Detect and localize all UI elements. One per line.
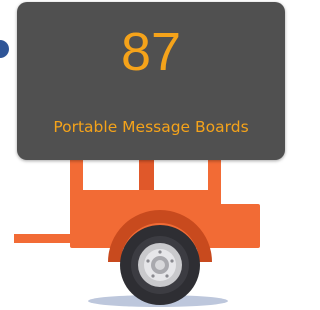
board-count: 87 xyxy=(120,22,182,82)
board-caption: Portable Message Boards xyxy=(53,118,249,136)
edge-fragment xyxy=(0,40,9,58)
wheel-icon xyxy=(120,225,200,305)
portable-message-board-stat: 87 Portable Message Boards xyxy=(0,0,287,310)
frame-crossbar xyxy=(70,190,221,204)
message-board-panel: 87 Portable Message Boards xyxy=(17,2,285,160)
